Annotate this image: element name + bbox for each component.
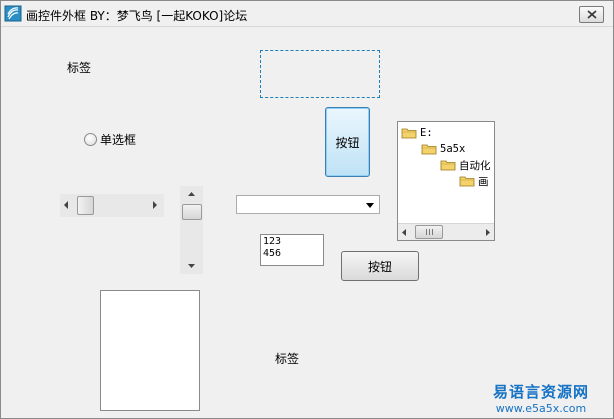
vertical-scrollbar[interactable] bbox=[180, 186, 203, 274]
tree-item[interactable]: 画 bbox=[459, 173, 489, 189]
grip-icon bbox=[428, 229, 430, 235]
radio-circle-icon bbox=[84, 132, 97, 146]
tree-item[interactable]: E: bbox=[401, 125, 433, 141]
radio-label: 单选框 bbox=[100, 132, 137, 147]
grip-icon bbox=[431, 229, 433, 235]
tree-item[interactable]: 5a5x bbox=[421, 141, 465, 157]
title-bar[interactable]: 画控件外框 BY：梦飞鸟 [一起KOKO]论坛 bbox=[1, 1, 613, 27]
scroll-left-icon[interactable] bbox=[402, 229, 406, 236]
scroll-down-icon[interactable] bbox=[188, 264, 195, 268]
memo-line: 456 bbox=[263, 248, 282, 259]
tree-horizontal-scrollbar[interactable] bbox=[398, 223, 494, 240]
tall-button[interactable]: 按钮 bbox=[325, 107, 370, 177]
combo-box[interactable] bbox=[236, 195, 380, 214]
dashed-control-frame bbox=[260, 50, 380, 98]
tree-item-label: E: bbox=[420, 127, 433, 139]
scroll-left-icon[interactable] bbox=[64, 201, 69, 209]
scroll-up-icon[interactable] bbox=[188, 192, 195, 196]
app-icon bbox=[4, 5, 22, 22]
chevron-down-icon[interactable] bbox=[366, 203, 374, 208]
scroll-thumb[interactable] bbox=[415, 225, 443, 239]
scroll-thumb[interactable] bbox=[77, 196, 94, 215]
tree-item[interactable]: 自动化 bbox=[440, 157, 491, 173]
label-top: 标签 bbox=[67, 61, 92, 75]
close-icon bbox=[587, 10, 597, 19]
main-window: 画控件外框 BY：梦飞鸟 [一起KOKO]论坛 标签 单选框 按钮 123 45… bbox=[0, 0, 614, 419]
tree-item-label: 5a5x bbox=[440, 143, 466, 155]
tree-view[interactable]: E: 5a5x 自动化 画 bbox=[397, 121, 495, 241]
tree-item-label: 自动化 bbox=[459, 159, 491, 172]
folder-icon bbox=[440, 160, 456, 171]
watermark-cn: 易语言资源网 bbox=[493, 383, 590, 401]
watermark-logo: 易语言资源网 www.e5a5x.com bbox=[493, 381, 589, 415]
scroll-right-icon[interactable] bbox=[153, 201, 158, 209]
folder-icon bbox=[421, 144, 437, 155]
folder-icon bbox=[459, 176, 475, 187]
memo-line: 123 bbox=[263, 236, 282, 247]
scroll-right-icon[interactable] bbox=[486, 229, 490, 236]
horizontal-scrollbar[interactable] bbox=[60, 194, 164, 217]
radio-button[interactable]: 单选框 bbox=[84, 131, 136, 147]
grip-icon bbox=[425, 229, 427, 235]
tree-item-label: 画 bbox=[478, 175, 489, 188]
scroll-thumb[interactable] bbox=[182, 204, 202, 220]
window-title: 画控件外框 BY：梦飞鸟 [一起KOKO]论坛 bbox=[26, 9, 248, 23]
close-button[interactable] bbox=[579, 6, 604, 23]
picture-box bbox=[100, 290, 200, 411]
watermark-url: www.e5a5x.com bbox=[495, 402, 587, 415]
wide-button[interactable]: 按钮 bbox=[341, 251, 419, 281]
folder-icon bbox=[401, 128, 417, 139]
memo-box[interactable]: 123 456 bbox=[260, 234, 324, 266]
label-bottom: 标签 bbox=[275, 352, 300, 366]
